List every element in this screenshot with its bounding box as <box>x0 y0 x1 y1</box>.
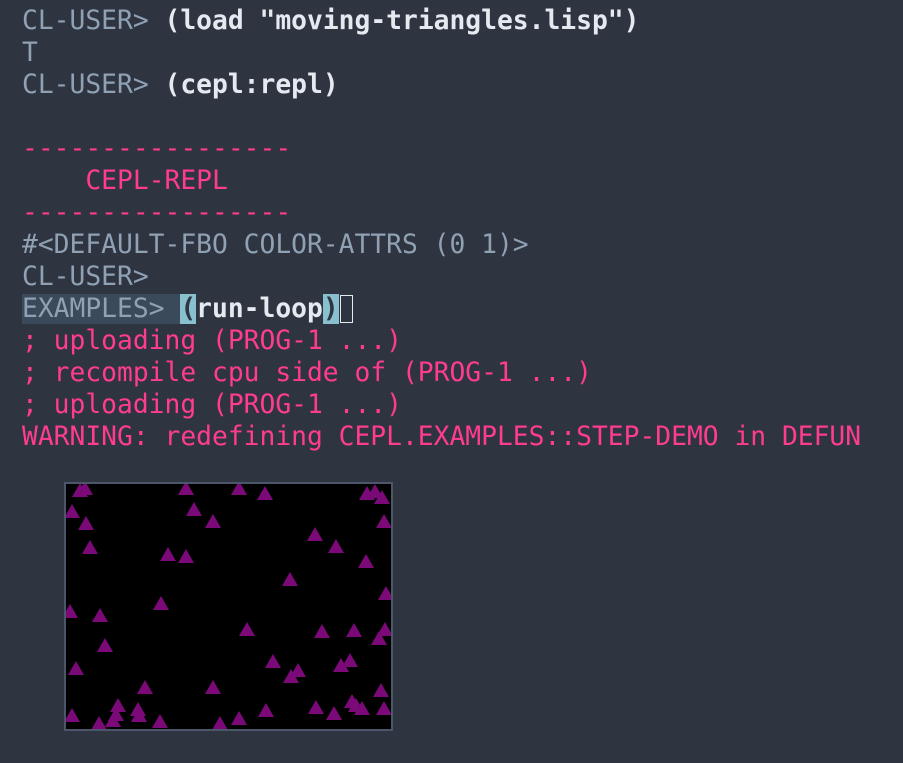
compile-message: ; recompile cpu side of (PROG-1 ...) <box>22 358 592 388</box>
triangle-icon <box>378 586 391 600</box>
triangle-icon <box>239 622 255 636</box>
triangle-icon <box>265 654 281 668</box>
triangle-icon <box>358 554 374 568</box>
triangle-icon <box>308 700 324 714</box>
triangle-icon <box>231 484 247 495</box>
triangle-icon <box>314 624 330 638</box>
triangle-icon <box>110 698 126 712</box>
triangle-icon <box>152 714 168 728</box>
triangle-icon <box>282 572 298 586</box>
triangle-icon <box>78 516 94 530</box>
triangle-icon <box>326 706 342 720</box>
repl-input-run-loop[interactable]: run-loop <box>196 294 323 324</box>
triangle-icon <box>66 604 78 618</box>
text-cursor <box>339 295 353 323</box>
triangle-icon <box>160 547 176 561</box>
compile-message: ; uploading (PROG-1 ...) <box>22 390 402 420</box>
triangle-icon <box>66 708 80 722</box>
triangle-icon <box>257 486 273 500</box>
triangle-icon <box>346 623 362 637</box>
triangle-icon <box>377 622 391 636</box>
repl-prompt-cl-user: CL-USER> <box>22 262 149 292</box>
triangle-icon <box>205 514 221 528</box>
matching-paren-open: ( <box>180 294 197 324</box>
triangle-icon <box>186 502 202 516</box>
fbo-output: #<DEFAULT-FBO COLOR-ATTRS (0 1)> <box>22 230 529 260</box>
repl-line-load: CL-USER> (load "moving-triangles.lisp") <box>22 5 639 37</box>
triangle-icon <box>328 539 344 553</box>
repl-input: (cepl:repl) <box>164 70 339 100</box>
triangle-icon <box>307 527 323 541</box>
repl-line-cepl-repl: CL-USER> (cepl:repl) <box>22 69 339 101</box>
warning-message: WARNING: redefining CEPL.EXAMPLES::STEP-… <box>22 422 862 452</box>
triangle-icon <box>66 504 80 518</box>
triangle-icon <box>178 484 194 495</box>
triangle-icon <box>97 638 113 652</box>
triangle-icon <box>178 549 194 563</box>
repl-output-t: T <box>22 38 38 68</box>
triangle-icon <box>205 680 221 694</box>
compile-message: ; uploading (PROG-1 ...) <box>22 326 402 356</box>
triangle-icon <box>137 680 153 694</box>
repl-prompt: CL-USER> <box>22 70 165 100</box>
lisp-repl-buffer[interactable]: CL-USER> (load "moving-triangles.lisp") … <box>0 0 903 763</box>
triangle-icon <box>68 661 84 675</box>
triangle-icon <box>373 683 389 697</box>
banner-rule-bottom: ----------------- <box>22 198 292 228</box>
repl-current-input-line[interactable]: EXAMPLES> (run-loop) <box>22 293 353 325</box>
banner-title: CEPL-REPL <box>22 166 228 196</box>
repl-prompt-examples: EXAMPLES> <box>22 294 181 324</box>
matching-paren-close: ) <box>322 294 339 324</box>
render-viewport[interactable] <box>66 484 391 729</box>
triangle-icon <box>91 716 107 729</box>
repl-prompt: CL-USER> <box>22 6 165 36</box>
triangles-canvas <box>66 484 391 729</box>
triangle-icon <box>92 608 108 622</box>
triangle-icon <box>376 701 391 715</box>
triangle-icon <box>258 703 274 717</box>
banner-rule-top: ----------------- <box>22 134 292 164</box>
triangle-icon <box>82 540 98 554</box>
triangle-icon <box>153 596 169 610</box>
triangle-icon <box>376 514 391 528</box>
triangle-icon <box>231 711 247 725</box>
triangle-icon <box>212 716 228 729</box>
repl-input: (load "moving-triangles.lisp") <box>164 6 640 36</box>
